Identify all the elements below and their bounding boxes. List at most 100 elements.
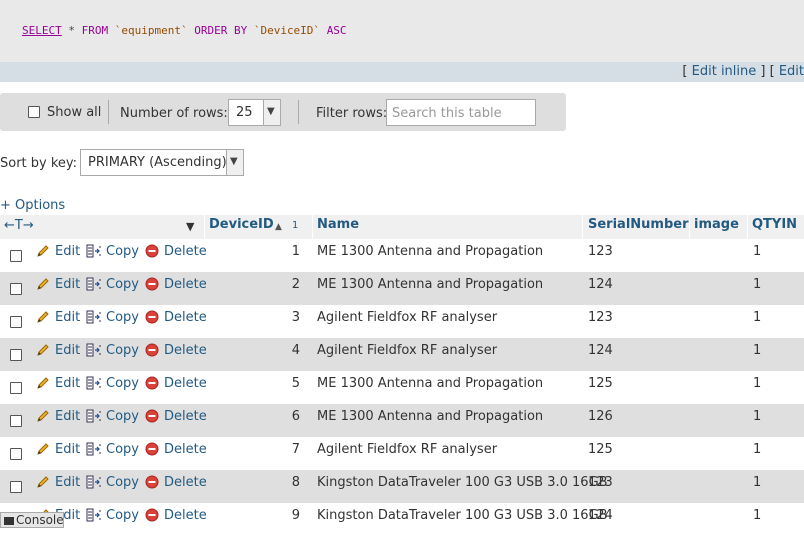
sql-query: SELECT * FROM `equipment` ORDER BY `Devi… <box>22 24 347 37</box>
copy-row-link[interactable]: Copy <box>106 343 139 358</box>
row-checkbox[interactable] <box>10 250 22 262</box>
pencil-icon <box>36 244 50 262</box>
cell-name: Kingston DataTraveler 100 G3 USB 3.0 16G… <box>317 508 608 523</box>
cell-name: Kingston DataTraveler 100 G3 USB 3.0 16G… <box>317 475 608 490</box>
cell-deviceid: 1 <box>291 244 300 259</box>
nav-divider <box>298 100 299 124</box>
edit-row-link[interactable]: Edit <box>55 376 80 391</box>
copy-row-link[interactable]: Copy <box>106 409 139 424</box>
pencil-icon <box>36 442 50 460</box>
sql-from-keyword: FROM <box>81 24 109 37</box>
options-link[interactable]: + Options <box>0 198 65 213</box>
console-label: Console <box>16 513 64 527</box>
edit-row-link[interactable]: Edit <box>55 244 80 259</box>
column-header-image[interactable]: image <box>694 217 739 232</box>
column-menu-dropdown-icon[interactable]: ▼ <box>186 220 194 233</box>
edit-row-link[interactable]: Edit <box>55 475 80 490</box>
delete-icon <box>145 244 159 262</box>
pencil-icon <box>36 310 50 328</box>
cell-serialnumber: 125 <box>588 442 613 457</box>
copy-row-link[interactable]: Copy <box>106 277 139 292</box>
cell-name: ME 1300 Antenna and Propagation <box>317 376 544 391</box>
show-all-label[interactable]: Show all <box>47 105 101 120</box>
sql-select-keyword[interactable]: SELECT <box>22 24 62 37</box>
table-row: Edit Copy Delete 4 Agilent Fieldfox RF analy… <box>0 338 804 371</box>
copy-icon <box>86 343 102 361</box>
cell-deviceid: 8 <box>291 475 300 490</box>
edit-row-link[interactable]: Edit <box>55 277 80 292</box>
column-divider <box>747 215 748 239</box>
cell-qtyin: 1 <box>753 244 762 259</box>
delete-row-link[interactable]: Delete <box>164 409 207 424</box>
copy-row-link[interactable]: Copy <box>106 475 139 490</box>
copy-icon <box>86 475 102 493</box>
bracket-open: [ <box>682 64 692 79</box>
table-row: Edit Copy Delete 5 ME 1300 Antenna and Propa… <box>0 371 804 404</box>
row-checkbox[interactable] <box>10 481 22 493</box>
column-header-name[interactable]: Name <box>317 217 359 232</box>
pencil-icon <box>36 343 50 361</box>
copy-row-link[interactable]: Copy <box>106 442 139 457</box>
sort-order-number: 1 <box>292 220 299 231</box>
edit-row-link[interactable]: Edit <box>55 343 80 358</box>
pencil-icon <box>36 277 50 295</box>
chevron-down-icon: ▼ <box>263 100 280 125</box>
delete-row-link[interactable]: Delete <box>164 277 207 292</box>
delete-row-link[interactable]: Delete <box>164 376 207 391</box>
row-checkbox[interactable] <box>10 349 22 361</box>
delete-row-link[interactable]: Delete <box>164 508 207 523</box>
cell-deviceid: 3 <box>291 310 300 325</box>
edit-row-link[interactable]: Edit <box>55 409 80 424</box>
number-of-rows-select[interactable]: 25 ▼ <box>228 99 281 126</box>
cell-qtyin: 1 <box>753 508 762 523</box>
sort-by-key-select[interactable]: PRIMARY (Ascending) ▼ <box>80 149 244 176</box>
copy-row-link[interactable]: Copy <box>106 508 139 523</box>
copy-row-link[interactable]: Copy <box>106 244 139 259</box>
column-divider <box>312 215 313 239</box>
cell-qtyin: 1 <box>753 475 762 490</box>
copy-icon <box>86 244 102 262</box>
chevron-down-icon: ▼ <box>226 150 243 175</box>
delete-row-link[interactable]: Delete <box>164 343 207 358</box>
copy-icon <box>86 442 102 460</box>
row-checkbox[interactable] <box>10 415 22 427</box>
sql-orderby-keyword: ORDER BY <box>194 24 248 37</box>
table-row: Edit Copy Delete 7 Agilent Fieldfox RF analy… <box>0 437 804 470</box>
copy-icon <box>86 409 102 427</box>
edit-query-link[interactable]: Edit <box>779 64 804 79</box>
copy-row-link[interactable]: Copy <box>106 310 139 325</box>
delete-icon <box>145 277 159 295</box>
console-toggle[interactable]: Console <box>0 512 64 528</box>
sql-asc-keyword: ASC <box>326 24 347 37</box>
delete-row-link[interactable]: Delete <box>164 310 207 325</box>
cell-serialnumber: 126 <box>588 409 613 424</box>
column-header-deviceid[interactable]: DeviceID <box>209 217 274 232</box>
edit-inline-link[interactable]: Edit inline <box>692 64 757 79</box>
column-header-serialnumber[interactable]: SerialNumber <box>588 217 689 232</box>
column-arrows-toggle[interactable]: ←T→ <box>4 218 34 233</box>
delete-icon <box>145 409 159 427</box>
row-checkbox[interactable] <box>10 382 22 394</box>
edit-row-link[interactable]: Edit <box>55 442 80 457</box>
filter-rows-input[interactable]: Search this table <box>386 99 536 126</box>
row-checkbox[interactable] <box>10 448 22 460</box>
nav-divider <box>108 100 109 124</box>
sql-query-box: SELECT * FROM `equipment` ORDER BY `Devi… <box>0 0 804 62</box>
delete-row-link[interactable]: Delete <box>164 475 207 490</box>
delete-icon <box>145 442 159 460</box>
column-header-qtyin[interactable]: QTYIN <box>752 217 797 232</box>
cell-qtyin: 1 <box>753 310 762 325</box>
cell-serialnumber: 123 <box>588 475 613 490</box>
row-checkbox[interactable] <box>10 316 22 328</box>
edit-row-link[interactable]: Edit <box>55 310 80 325</box>
row-checkbox[interactable] <box>10 283 22 295</box>
delete-row-link[interactable]: Delete <box>164 442 207 457</box>
cell-name: Agilent Fieldfox RF analyser <box>317 442 498 457</box>
show-all-checkbox[interactable] <box>28 106 40 118</box>
table-row: Edit Copy Delete 8 Kingston DataTraveler 100… <box>0 470 804 503</box>
cell-name: Agilent Fieldfox RF analyser <box>317 343 498 358</box>
cell-serialnumber: 124 <box>588 343 613 358</box>
table-row: Edit Copy Delete 1 ME 1300 Antenna and Propa… <box>0 239 804 272</box>
delete-row-link[interactable]: Delete <box>164 244 207 259</box>
copy-row-link[interactable]: Copy <box>106 376 139 391</box>
